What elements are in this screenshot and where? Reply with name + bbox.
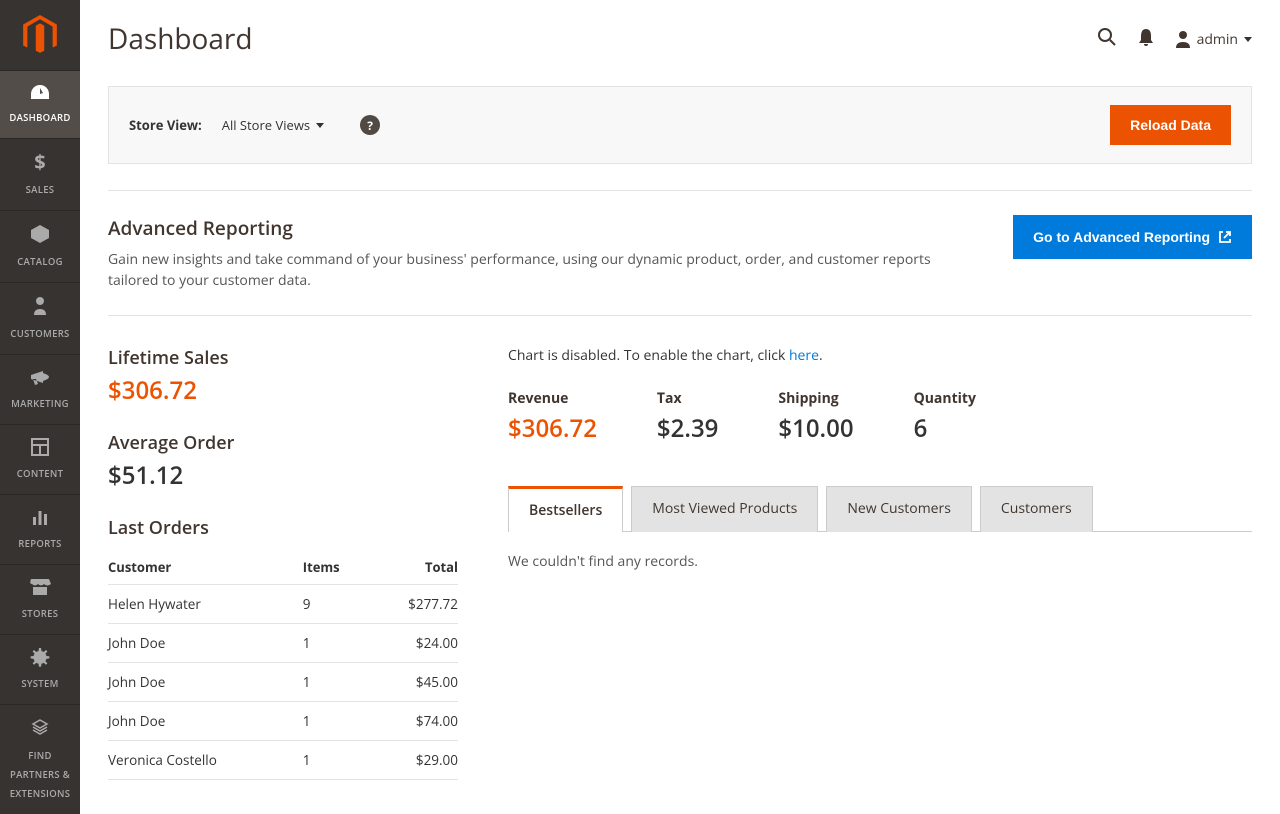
tab-customers[interactable]: Customers (980, 486, 1093, 532)
nav-label: MARKETING (11, 397, 69, 410)
stat-value: $306.72 (108, 374, 458, 407)
notifications-icon[interactable] (1137, 27, 1155, 52)
table-row[interactable]: Veronica Costello1$29.00 (108, 741, 458, 780)
col-items: Items (303, 550, 369, 585)
table-row[interactable]: Helen Hywater9$277.72 (108, 585, 458, 624)
bars-icon (30, 507, 50, 527)
page-title: Dashboard (108, 20, 253, 58)
header-tools: admin (1097, 27, 1252, 52)
quantity-total: Quantity 6 (914, 389, 976, 445)
nav-catalog[interactable]: CATALOG (0, 210, 80, 282)
nav-label: SALES (26, 183, 55, 196)
stat-label: Lifetime Sales (108, 346, 458, 370)
box-icon (29, 223, 51, 245)
admin-user-menu[interactable]: admin (1175, 30, 1252, 49)
nav-dashboard[interactable]: DASHBOARD (0, 70, 80, 138)
chart-disabled-message: Chart is disabled. To enable the chart, … (508, 346, 1252, 365)
partners-icon (29, 717, 51, 739)
tab-new-customers[interactable]: New Customers (826, 486, 972, 532)
table-row[interactable]: John Doe1$24.00 (108, 624, 458, 663)
nav-label: CONTENT (17, 467, 64, 480)
table-row[interactable]: John Doe1$74.00 (108, 702, 458, 741)
nav-label: DASHBOARD (9, 111, 70, 124)
advanced-reporting-desc: Gain new insights and take command of yo… (108, 249, 978, 291)
col-total: Total (369, 550, 458, 585)
gear-icon (30, 647, 50, 667)
nav-sales[interactable]: $ SALES (0, 138, 80, 210)
dashboard-tabs: Bestsellers Most Viewed Products New Cus… (508, 485, 1252, 532)
shipping-total: Shipping $10.00 (778, 389, 853, 445)
store-view-select[interactable]: All Store Views (222, 116, 324, 134)
nav-label: CATALOG (17, 255, 63, 268)
dollar-icon: $ (33, 151, 47, 173)
lifetime-sales-stat: Lifetime Sales $306.72 (108, 346, 458, 407)
chevron-down-icon (1244, 37, 1252, 42)
nav-label: STORES (22, 607, 58, 620)
go-to-advanced-reporting-button[interactable]: Go to Advanced Reporting (1013, 215, 1252, 259)
store-view-label: Store View: (129, 116, 202, 134)
admin-username: admin (1197, 30, 1238, 49)
tax-total: Tax $2.39 (657, 389, 718, 445)
average-order-stat: Average Order $51.12 (108, 431, 458, 492)
search-icon[interactable] (1097, 27, 1117, 52)
advanced-reporting-title: Advanced Reporting (108, 215, 978, 241)
store-scope-bar: Store View: All Store Views ? Reload Dat… (108, 86, 1252, 164)
main-content: Dashboard admin Store View: All S (80, 0, 1280, 814)
tab-bestsellers[interactable]: Bestsellers (508, 486, 623, 532)
megaphone-icon (29, 367, 51, 387)
chevron-down-icon (316, 123, 324, 128)
nav-label: FIND PARTNERS & EXTENSIONS (10, 749, 71, 800)
nav-stores[interactable]: STORES (0, 564, 80, 634)
nav-reports[interactable]: REPORTS (0, 494, 80, 564)
nav-marketing[interactable]: MARKETING (0, 354, 80, 424)
magento-logo[interactable] (0, 0, 80, 70)
gauge-icon (29, 83, 51, 101)
nav-system[interactable]: SYSTEM (0, 634, 80, 704)
advanced-reporting-section: Advanced Reporting Gain new insights and… (108, 190, 1252, 316)
nav-label: SYSTEM (21, 677, 58, 690)
page-header: Dashboard admin (108, 0, 1252, 58)
stat-label: Average Order (108, 431, 458, 455)
svg-text:$: $ (34, 151, 45, 173)
nav-customers[interactable]: CUSTOMERS (0, 282, 80, 354)
col-customer: Customer (108, 550, 303, 585)
storefront-icon (29, 577, 51, 597)
nav-label: CUSTOMERS (10, 327, 69, 340)
store-view-value: All Store Views (222, 116, 310, 134)
last-orders-title: Last Orders (108, 516, 458, 540)
table-row[interactable]: John Doe1$45.00 (108, 663, 458, 702)
nav-content[interactable]: CONTENT (0, 424, 80, 494)
button-label: Go to Advanced Reporting (1033, 229, 1210, 245)
user-icon (1175, 30, 1191, 48)
nav-label: REPORTS (18, 537, 61, 550)
external-link-icon (1218, 230, 1232, 244)
nav-partners[interactable]: FIND PARTNERS & EXTENSIONS (0, 704, 80, 814)
layout-icon (30, 437, 50, 457)
tab-most-viewed[interactable]: Most Viewed Products (631, 486, 818, 532)
tab-empty-message: We couldn't find any records. (508, 532, 1252, 591)
revenue-total: Revenue $306.72 (508, 389, 597, 445)
last-orders-table: Customer Items Total Helen Hywater9$277.… (108, 550, 458, 780)
stat-value: $51.12 (108, 459, 458, 492)
enable-chart-link[interactable]: here (789, 346, 819, 365)
totals-row: Revenue $306.72 Tax $2.39 Shipping $10.0… (508, 389, 1252, 445)
help-icon[interactable]: ? (360, 115, 380, 135)
admin-sidebar: DASHBOARD $ SALES CATALOG CUSTOMERS MARK… (0, 0, 80, 814)
person-icon (32, 295, 48, 317)
reload-data-button[interactable]: Reload Data (1110, 105, 1231, 145)
